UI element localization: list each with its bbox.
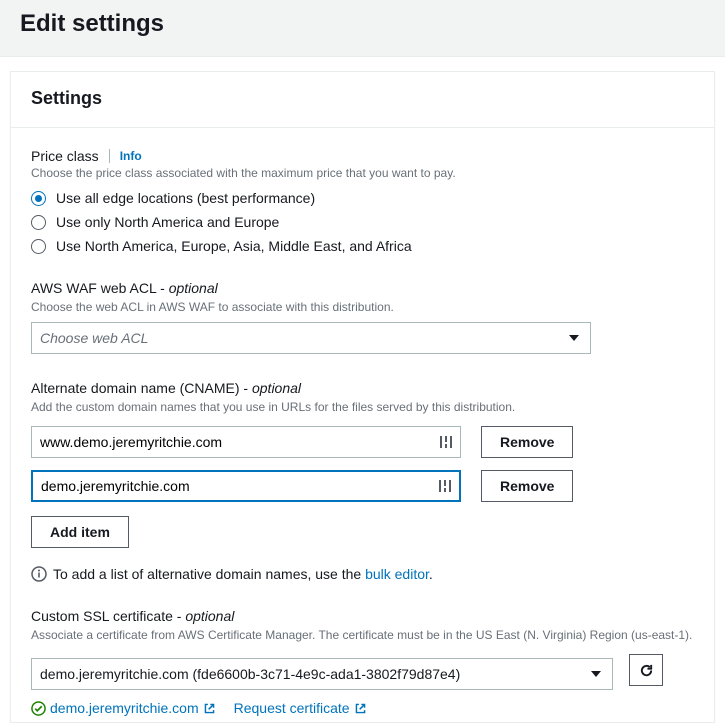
ssl-cert-link[interactable]: demo.jeremyritchie.com	[31, 700, 216, 716]
cname-label-row: Alternate domain name (CNAME) - optional	[31, 380, 694, 398]
add-item-button[interactable]: Add item	[31, 516, 129, 548]
add-item-row: Add item	[31, 516, 694, 548]
cname-note: To add a list of alternative domain name…	[31, 566, 694, 582]
cname-input[interactable]	[33, 472, 459, 500]
ssl-row: demo.jeremyritchie.com (fde6600b-3c71-4e…	[31, 650, 694, 690]
cname-item-row: Remove	[31, 426, 694, 458]
cname-note-suffix: .	[429, 566, 433, 582]
price-class-label-row: Price class Info	[31, 148, 694, 164]
settings-card-body: Price class Info Choose the price class …	[11, 128, 714, 722]
price-class-info-link[interactable]: Info	[120, 149, 142, 163]
cname-input-wrap	[31, 426, 461, 458]
waf-select[interactable]: Choose web ACL	[31, 322, 591, 354]
ssl-select-value: demo.jeremyritchie.com (fde6600b-3c71-4e…	[40, 659, 578, 689]
radio-label: Use North America, Europe, Asia, Middle …	[56, 238, 412, 254]
chevron-down-icon	[580, 659, 612, 689]
waf-hint: Choose the web ACL in AWS WAF to associa…	[31, 300, 694, 314]
cname-input[interactable]	[32, 427, 460, 457]
cname-input-wrap	[31, 470, 461, 502]
refresh-button[interactable]	[629, 654, 663, 686]
waf-label: AWS WAF web ACL	[31, 280, 156, 296]
ssl-suffix: -	[173, 608, 185, 624]
ssl-section: Custom SSL certificate - optional Associ…	[31, 608, 694, 716]
bulk-editor-link[interactable]: bulk editor	[365, 566, 429, 582]
ssl-hint: Associate a certificate from AWS Certifi…	[31, 628, 694, 642]
price-class-radio-na-eu[interactable]: Use only North America and Europe	[31, 214, 694, 230]
radio-label: Use only North America and Europe	[56, 214, 279, 230]
request-certificate-text: Request certificate	[234, 700, 350, 716]
columns-icon	[440, 436, 452, 448]
ssl-select[interactable]: demo.jeremyritchie.com (fde6600b-3c71-4e…	[31, 658, 613, 690]
ssl-optional: optional	[185, 608, 234, 624]
remove-button[interactable]: Remove	[481, 426, 573, 458]
refresh-icon	[639, 663, 654, 678]
waf-suffix: -	[156, 280, 168, 296]
radio-icon	[31, 191, 46, 206]
price-class-radio-na-eu-asia-me-af[interactable]: Use North America, Europe, Asia, Middle …	[31, 238, 694, 254]
settings-heading: Settings	[31, 88, 694, 109]
ssl-cert-link-text: demo.jeremyritchie.com	[50, 700, 199, 716]
settings-card: Settings Price class Info Choose the pri…	[10, 71, 715, 723]
cname-item-row: Remove	[31, 470, 694, 502]
cname-hint: Add the custom domain names that you use…	[31, 400, 694, 414]
check-circle-icon	[31, 701, 46, 716]
request-certificate-link[interactable]: Request certificate	[234, 700, 367, 716]
settings-card-header: Settings	[11, 72, 714, 117]
cname-note-prefix: To add a list of alternative domain name…	[53, 566, 365, 582]
external-link-icon	[203, 702, 216, 715]
waf-select-placeholder: Choose web ACL	[40, 323, 556, 353]
info-icon	[31, 566, 47, 582]
ssl-label: Custom SSL certificate	[31, 608, 173, 624]
remove-button[interactable]: Remove	[481, 470, 573, 502]
cname-note-text: To add a list of alternative domain name…	[53, 566, 433, 582]
radio-label: Use all edge locations (best performance…	[56, 190, 315, 206]
waf-optional: optional	[169, 280, 218, 296]
cname-section: Alternate domain name (CNAME) - optional…	[31, 380, 694, 582]
chevron-down-icon	[558, 323, 590, 353]
radio-icon	[31, 215, 46, 230]
cname-label: Alternate domain name (CNAME)	[31, 380, 240, 396]
waf-label-row: AWS WAF web ACL - optional	[31, 280, 694, 298]
radio-icon	[31, 239, 46, 254]
ssl-links: demo.jeremyritchie.com Request certifica…	[31, 700, 694, 716]
divider-inline	[109, 149, 110, 163]
price-class-radio-all[interactable]: Use all edge locations (best performance…	[31, 190, 694, 206]
price-class-label: Price class	[31, 148, 99, 164]
price-class-section: Price class Info Choose the price class …	[31, 148, 694, 254]
page-header: Edit settings	[0, 0, 725, 57]
cname-optional: optional	[252, 380, 301, 396]
ssl-label-row: Custom SSL certificate - optional	[31, 608, 694, 626]
price-class-hint: Choose the price class associated with t…	[31, 166, 694, 180]
page-title: Edit settings	[20, 10, 705, 38]
cname-suffix: -	[240, 380, 252, 396]
price-class-radios: Use all edge locations (best performance…	[31, 190, 694, 254]
columns-icon	[439, 480, 451, 492]
external-link-icon	[354, 702, 367, 715]
waf-section: AWS WAF web ACL - optional Choose the we…	[31, 280, 694, 354]
